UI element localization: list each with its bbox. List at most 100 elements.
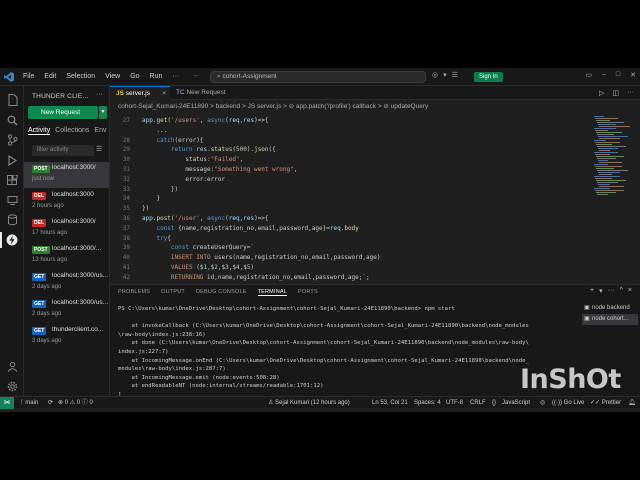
tab-new-request[interactable]: TC New Request xyxy=(170,86,240,100)
request-item[interactable]: GET thunderclient.co... 3 days ago xyxy=(24,324,109,350)
minimap-line xyxy=(594,140,606,141)
notifications-bell-icon[interactable]: 🔔︎ xyxy=(628,397,636,409)
run-icon[interactable]: ▷ xyxy=(599,89,604,97)
problems-indicator[interactable]: ⊗ 0 ⚠ 0 ⓘ 0 xyxy=(58,397,93,409)
code-editor[interactable]: 27 app.get('/users', async(req,res)=>{ ..… xyxy=(110,114,590,284)
line-number: 41 xyxy=(122,264,130,271)
cursor-position[interactable]: Ln 53, Col 21 xyxy=(372,397,408,409)
menu-run[interactable]: Run xyxy=(145,73,168,80)
request-time: 2 hours ago xyxy=(32,203,64,209)
go-live-button[interactable]: ((·)) Go Live xyxy=(552,397,584,409)
new-terminal-icon[interactable]: + xyxy=(590,287,594,295)
more-actions-icon[interactable]: ··· xyxy=(627,89,634,97)
menu-file[interactable]: File xyxy=(18,73,39,80)
language-mode[interactable]: JavaScript xyxy=(502,397,530,409)
menu-go[interactable]: Go xyxy=(125,73,144,80)
minimize-icon[interactable]: – xyxy=(602,71,606,79)
line-number: 42 xyxy=(122,273,130,281)
close-icon[interactable]: ✕ xyxy=(630,71,636,79)
chevron-down-icon[interactable]: ▾ xyxy=(99,106,107,119)
settings-gear-icon[interactable] xyxy=(4,378,20,394)
database-icon[interactable] xyxy=(4,212,20,228)
chevron-down-icon[interactable]: ▾ xyxy=(443,71,447,79)
command-center-search[interactable]: ⌕ cohort-Assignment xyxy=(210,71,426,83)
sync-icon[interactable]: ⟳ xyxy=(48,397,53,409)
tab-env[interactable]: Env xyxy=(94,127,106,135)
request-item[interactable]: GET localhost:3000/us... 2 days ago xyxy=(24,297,109,323)
maximize-icon[interactable]: □ xyxy=(616,71,620,79)
more-actions-icon[interactable]: ··· xyxy=(608,287,615,295)
line-number: 33 xyxy=(122,185,130,193)
tab-ports[interactable]: PORTS xyxy=(298,289,318,296)
line-number: 34 xyxy=(122,195,130,203)
tab-collections[interactable]: Collections xyxy=(55,127,89,135)
method-badge: POST xyxy=(32,165,50,173)
request-item[interactable]: POST localhost:3000/just now xyxy=(24,162,109,188)
tab-debug-console[interactable]: DEBUG CONSOLE xyxy=(196,289,247,296)
account-icon[interactable]: ☰ xyxy=(452,71,458,79)
copilot-icon[interactable]: ◎ xyxy=(432,71,438,79)
close-icon[interactable]: × xyxy=(162,87,166,101)
sign-in-button[interactable]: Sign In xyxy=(474,72,503,82)
terminal-line: modules\raw-body\index.js:287:7) xyxy=(118,366,226,373)
new-request-button[interactable]: New Request xyxy=(28,106,98,119)
menu-more[interactable]: ··· xyxy=(167,73,184,80)
request-item[interactable]: GET localhost:3000/us... 2 days ago xyxy=(24,270,109,296)
tab-terminal[interactable]: TERMINAL xyxy=(257,289,287,296)
title-actions: ◎ ▾ ☰ xyxy=(432,71,458,79)
extensions-icon[interactable] xyxy=(4,172,20,188)
copilot-status-icon[interactable]: ◎ xyxy=(540,397,545,409)
line-number: 32 xyxy=(122,175,130,183)
source-control-icon[interactable] xyxy=(4,132,20,148)
menu-selection[interactable]: Selection xyxy=(61,73,100,80)
minimap-line xyxy=(597,134,614,135)
branch-indicator[interactable]: ᚴ main xyxy=(20,397,38,409)
braces-icon[interactable]: {} xyxy=(492,397,496,409)
tab-problems[interactable]: PROBLEMS xyxy=(118,289,150,296)
prettier-status[interactable]: ✓✓ Prettier xyxy=(590,397,621,409)
code-text: } xyxy=(142,195,161,203)
layout-icon[interactable]: ▭ xyxy=(585,71,592,79)
thunder-client-icon[interactable] xyxy=(0,232,20,248)
close-icon[interactable]: × xyxy=(628,287,632,295)
request-time: 17 hours ago xyxy=(32,230,68,236)
menu-edit[interactable]: Edit xyxy=(39,73,61,80)
encoding[interactable]: UTF-8 xyxy=(446,397,463,409)
chevron-down-icon[interactable]: ▾ xyxy=(599,287,603,295)
code-line: 37 const {name,registration_no,email,pas… xyxy=(110,224,590,233)
split-editor-icon[interactable]: ◫ xyxy=(612,89,619,97)
error-icon: ⊗ xyxy=(58,400,64,406)
terminal-label: node backend xyxy=(592,305,630,311)
menu-view[interactable]: View xyxy=(100,73,125,80)
filter-activity-input[interactable]: filter activity xyxy=(32,145,94,156)
line-ending[interactable]: CRLF xyxy=(470,397,486,409)
terminal-item[interactable]: ▣ node cohort... xyxy=(582,314,638,325)
request-item[interactable]: DEL localhost:3000/17 hours ago xyxy=(24,216,109,242)
explorer-icon[interactable] xyxy=(4,92,20,108)
run-debug-icon[interactable] xyxy=(4,152,20,168)
vscode-window: File Edit Selection View Go Run ··· ← ⌕ … xyxy=(0,68,640,412)
request-item[interactable]: POST localhost:3000/... 13 hours ago xyxy=(24,243,109,269)
terminal-item[interactable]: ▣ node backend xyxy=(582,303,638,314)
remote-indicator-icon[interactable]: ⋈ xyxy=(0,397,14,409)
search-icon[interactable] xyxy=(4,112,20,128)
maximize-panel-icon[interactable]: ^ xyxy=(620,287,623,295)
breadcrumb[interactable]: cohort-Sejal_Kumari-24E11890 > backend >… xyxy=(110,101,640,113)
account-icon[interactable] xyxy=(4,358,20,374)
remote-explorer-icon[interactable] xyxy=(4,192,20,208)
request-url: localhost:3000/us... xyxy=(52,272,108,279)
tab-label: New Request xyxy=(186,89,226,96)
request-item[interactable]: DEL localhost:3000 2 hours ago xyxy=(24,189,109,215)
title-bar: File Edit Selection View Go Run ··· ← ⌕ … xyxy=(0,68,640,86)
terminal-icon: ▣ xyxy=(584,316,590,322)
minimap[interactable] xyxy=(594,114,634,284)
git-blame[interactable]: ♙ Sejal Kumari (12 hours ago) xyxy=(268,397,350,409)
minimap-line xyxy=(597,194,608,195)
tab-server-js[interactable]: JS server.js × xyxy=(110,86,170,100)
tab-output[interactable]: OUTPUT xyxy=(161,289,185,296)
indentation[interactable]: Spaces: 4 xyxy=(414,397,441,409)
more-actions-icon[interactable]: ··· xyxy=(96,91,103,98)
back-arrow-icon[interactable]: ← xyxy=(193,72,200,79)
filter-menu-icon[interactable]: ☰ xyxy=(96,145,102,153)
tab-activity[interactable]: Activity xyxy=(28,127,51,135)
